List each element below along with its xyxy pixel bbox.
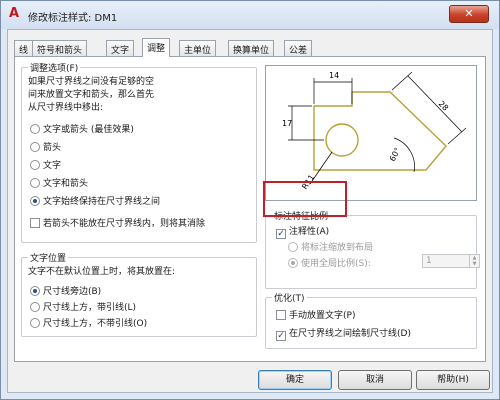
- tab-fit[interactable]: 调整: [142, 38, 171, 57]
- dim-label-angle: 60°: [388, 146, 403, 163]
- radio-over-dim-line-with-leader[interactable]: 尺寸线上方，带引线(L): [30, 300, 136, 313]
- checkbox-draw-dim-line-between[interactable]: ✓ 在尺寸界线之间绘制尺寸线(D): [276, 326, 411, 341]
- fine-tuning-group: 优化(T) 手动放置文字(P) ✓ 在尺寸界线之间绘制尺寸线(D): [265, 291, 477, 349]
- tab-symbols-arrows[interactable]: 符号和箭头: [32, 40, 88, 56]
- spinner-arrows[interactable]: ▲ ▼: [469, 255, 479, 267]
- dim-extension-line: [447, 127, 467, 145]
- radio-scale-to-layout[interactable]: 将标注缩放到布局: [288, 240, 373, 253]
- dialog-client-area: 线 符号和箭头 文字 调整 主单位 换算单位 公差 调整选项(F) 如果尺寸界线…: [7, 29, 493, 393]
- radio-text-or-arrows[interactable]: 文字或箭头 (最佳效果): [30, 122, 134, 135]
- tab-alternate-units[interactable]: 换算单位: [228, 40, 275, 56]
- text-placement-legend: 文字位置: [28, 251, 69, 264]
- radio-over-dim-line-without-leader[interactable]: 尺寸线上方，不带引线(O): [30, 316, 147, 329]
- text-placement-group: 文字位置 文字不在默认位置上时，将其放置在: 尺寸线旁边(B) 尺寸线上方，带引…: [21, 251, 257, 337]
- ok-button[interactable]: 确定: [258, 370, 332, 390]
- fit-options-description-line-1: 如果尺寸界线之间没有足够的空: [28, 77, 155, 87]
- cancel-button[interactable]: 取消: [338, 370, 412, 390]
- overall-scale-value: 1: [426, 256, 432, 266]
- scale-features-group: 标注特征比例 ✓ 注释性(A) 将标注缩放到布局 使用全局比例(S): 1 ▲ ▼: [265, 209, 480, 289]
- radio-beside-dim-line[interactable]: 尺寸线旁边(B): [30, 284, 101, 297]
- radio-use-overall-scale[interactable]: 使用全局比例(S):: [288, 256, 371, 269]
- close-icon: ✕: [464, 7, 474, 20]
- dialog-window: A 修改标注样式: DM1 ✕ 线 符号和箭头 文字 调整 主单位 换算单位 公…: [0, 0, 500, 400]
- fit-tab-panel: 调整选项(F) 如果尺寸界线之间没有足够的空 间来放置文字和箭头，那么首先 从尺…: [14, 56, 486, 362]
- radio-text[interactable]: 文字: [30, 158, 61, 171]
- tab-text[interactable]: 文字: [106, 40, 135, 56]
- checkbox-suppress-arrows[interactable]: 若箭头不能放在尺寸界线内，则将其消除: [30, 216, 205, 229]
- radio-indicator-selected: [288, 258, 298, 268]
- radio-indicator: [30, 142, 40, 152]
- radio-indicator-selected: [30, 196, 40, 206]
- radio-indicator: [30, 302, 40, 312]
- fit-options-legend: 调整选项(F): [28, 61, 81, 74]
- checkbox-indicator: [276, 310, 286, 320]
- help-button[interactable]: 帮助(H): [416, 370, 490, 390]
- tab-primary-units[interactable]: 主单位: [179, 40, 217, 56]
- close-button[interactable]: ✕: [449, 5, 489, 23]
- checkbox-indicator: [30, 218, 40, 228]
- fit-options-description-line-2: 间来放置文字和箭头，那么首先: [28, 90, 155, 100]
- radio-arrows[interactable]: 箭头: [30, 140, 61, 153]
- radio-indicator: [30, 318, 40, 328]
- preview-drawing: 14 17 28 R11 60°: [282, 71, 467, 191]
- dim-label-left: 17: [282, 119, 292, 128]
- dim-label-diagonal: 28: [437, 99, 451, 113]
- tab-lines[interactable]: 线: [14, 40, 34, 56]
- radio-text-and-arrows[interactable]: 文字和箭头: [30, 176, 88, 189]
- annotation-highlight-box: [263, 181, 347, 217]
- checkbox-indicator-checked: ✓: [276, 331, 286, 341]
- fine-tuning-legend: 优化(T): [272, 291, 307, 304]
- spin-down-icon[interactable]: ▼: [470, 261, 479, 267]
- part-outline: [313, 91, 447, 171]
- checkbox-indicator-checked: ✓: [276, 229, 286, 239]
- text-placement-description: 文字不在默认位置上时，将其放置在:: [28, 267, 176, 277]
- radio-indicator-selected: [30, 286, 40, 296]
- part-hole: [325, 123, 359, 157]
- checkbox-annotative[interactable]: ✓ 注释性(A): [276, 224, 329, 239]
- radio-indicator: [288, 242, 298, 252]
- checkbox-manual-text-placement[interactable]: 手动放置文字(P): [276, 308, 355, 321]
- dim-label-top: 14: [329, 71, 339, 80]
- tab-tolerances[interactable]: 公差: [284, 40, 313, 56]
- fit-options-group: 调整选项(F) 如果尺寸界线之间没有足够的空 间来放置文字和箭头，那么首先 从尺…: [21, 61, 257, 243]
- radio-always-keep-text-between[interactable]: 文字始终保持在尺寸界线之间: [30, 194, 160, 207]
- autocad-logo-icon: A: [9, 6, 20, 21]
- fit-options-description-line-3: 从尺寸界线中移出:: [28, 103, 104, 113]
- title-bar[interactable]: A 修改标注样式: DM1 ✕: [1, 1, 499, 29]
- radio-indicator: [30, 160, 40, 170]
- window-title: 修改标注样式: DM1: [28, 13, 118, 24]
- overall-scale-spinner[interactable]: 1 ▲ ▼: [422, 254, 480, 268]
- dim-line-diagonal: [407, 75, 463, 133]
- dim-extension-line: [391, 71, 413, 91]
- radio-indicator: [30, 178, 40, 188]
- radio-indicator: [30, 124, 40, 134]
